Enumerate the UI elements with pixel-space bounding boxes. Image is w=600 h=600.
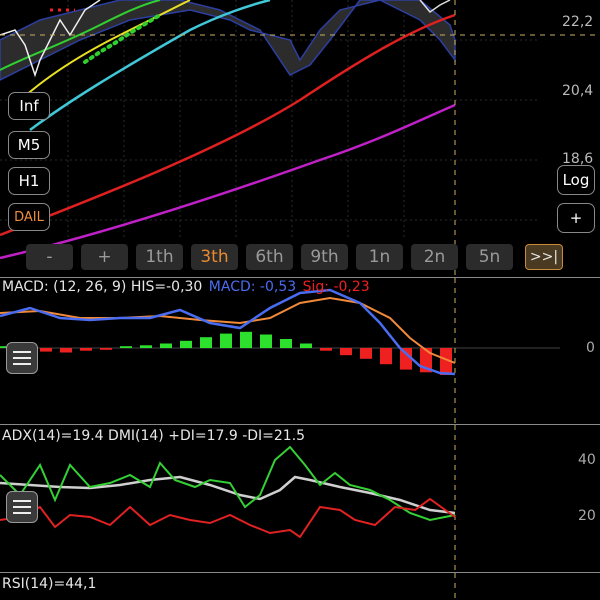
macd-histogram-bar (380, 348, 392, 365)
price-chart-pane[interactable]: 22,2 20,4 18,6 Inf M5 H1 DAIL Log + - + … (0, 0, 600, 277)
macd-histogram-bar (320, 348, 332, 351)
macd-histogram-bar (80, 348, 92, 351)
macd-title-row: MACD: (12, 26, 9) HIS=-0,30 MACD: -0,53 … (2, 279, 372, 295)
info-button[interactable]: Inf (8, 92, 50, 120)
price-label-high: 22,2 (562, 14, 594, 30)
macd-zero-label: 0 (586, 340, 595, 356)
rsi-title: RSI(14)=44,1 (2, 576, 97, 592)
macd-histogram-bar (260, 334, 272, 348)
macd-histogram-bar (120, 346, 132, 348)
hamburger-menu-icon (13, 500, 31, 502)
macd-histogram-bar (280, 339, 292, 348)
macd-histogram-bar (200, 337, 212, 348)
zoom-plus-button[interactable]: + (81, 244, 128, 270)
macd-histogram-bar (60, 348, 72, 353)
timeframe-m5-button[interactable]: M5 (8, 131, 50, 159)
zoom-out-button[interactable]: - (26, 244, 73, 270)
price-label-mid: 20,4 (562, 83, 594, 99)
range-1th-button[interactable]: 1th (136, 244, 183, 270)
macd-histogram-bar (180, 340, 192, 348)
macd-histogram-bar (360, 348, 372, 359)
adx-title: ADX(14)=19.4 DMI(14) +DI=17.9 -DI=21.5 (2, 428, 306, 444)
price-chart-canvas[interactable] (0, 0, 600, 277)
rsi-pane[interactable]: RSI(14)=44,1 (0, 573, 600, 600)
range-9th-button[interactable]: 9th (301, 244, 348, 270)
macd-histogram-bar (140, 345, 152, 348)
range-6th-button[interactable]: 6th (246, 244, 293, 270)
jump-to-end-button[interactable]: >>| (525, 244, 563, 270)
adx-axis-label-20: 20 (578, 508, 596, 524)
hamburger-menu-icon (13, 351, 31, 353)
macd-histogram-bar (40, 348, 52, 352)
macd-histogram-bar (300, 343, 312, 348)
zoom-in-button[interactable]: + (557, 203, 595, 233)
range-2n-button[interactable]: 2n (411, 244, 458, 270)
plus-di-line (0, 445, 456, 522)
macd-value: MACD: -0,53 (208, 279, 297, 295)
macd-title: MACD: (12, 26, 9) HIS=-0,30 (2, 279, 203, 295)
timeframe-h1-button[interactable]: H1 (8, 167, 50, 195)
timeframe-bar: - + 1th 3th 6th 9th 1n 2n 5n >>| (26, 244, 563, 272)
adx-menu-button[interactable] (6, 491, 38, 523)
adx-chart-canvas[interactable] (0, 425, 600, 572)
macd-pane[interactable]: MACD: (12, 26, 9) HIS=-0,30 MACD: -0,53 … (0, 278, 600, 424)
adx-pane[interactable]: ADX(14)=19.4 DMI(14) +DI=17.9 -DI=21.5 4… (0, 425, 600, 572)
range-1n-button[interactable]: 1n (356, 244, 403, 270)
macd-histogram-bar (220, 333, 232, 348)
timeframe-daily-button[interactable]: DAIL (8, 203, 50, 231)
range-3th-button[interactable]: 3th (191, 244, 238, 270)
macd-histogram (0, 331, 452, 375)
macd-signal-value: Sig: -0,23 (302, 279, 370, 295)
macd-histogram-bar (160, 343, 172, 348)
log-scale-button[interactable]: Log (557, 165, 595, 195)
macd-histogram-bar (240, 331, 252, 348)
adx-axis-label-40: 40 (578, 452, 596, 468)
range-5n-button[interactable]: 5n (466, 244, 513, 270)
macd-chart-canvas[interactable] (0, 278, 600, 424)
macd-histogram-bar (340, 348, 352, 356)
macd-histogram-bar (100, 348, 112, 350)
minus-di-line (0, 497, 456, 539)
macd-menu-button[interactable] (6, 342, 38, 374)
